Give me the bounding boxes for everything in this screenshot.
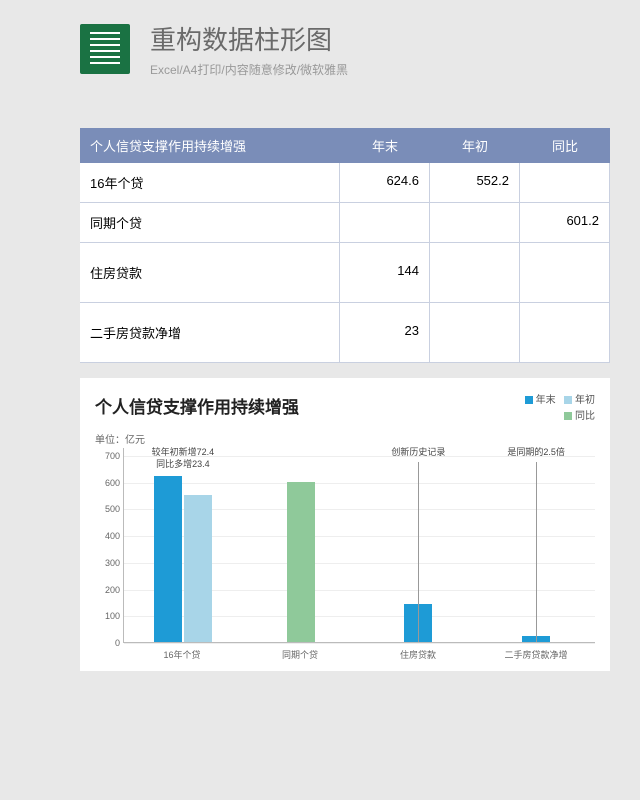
grid-line	[124, 643, 595, 644]
col-year-start: 年初	[430, 128, 520, 163]
row-label: 二手房贷款净增	[80, 303, 340, 362]
col-yoy: 同比	[520, 128, 610, 163]
table-row: 二手房贷款净增 23	[80, 303, 610, 363]
table-header-row: 个人信贷支撑作用持续增强 年末 年初 同比	[80, 128, 610, 163]
x-tick-label: 住房贷款	[359, 643, 477, 661]
bars-group: 较年初新增72.4同比多增23.4 创新历史记录 是同期的2.5倍	[124, 448, 595, 643]
category-group: 创新历史记录	[360, 448, 478, 643]
x-tick-label: 16年个贷	[123, 643, 241, 661]
table-row: 同期个贷 601.2	[80, 203, 610, 243]
legend-swatch-icon	[525, 396, 533, 404]
cell: 601.2	[520, 203, 610, 242]
chart-title: 个人信贷支撑作用持续增强	[95, 393, 299, 418]
col-year-end: 年末	[340, 128, 430, 163]
y-tick-label: 300	[96, 558, 120, 568]
row-label: 同期个贷	[80, 203, 340, 242]
cell	[340, 203, 430, 242]
annotation-leader-line	[536, 462, 537, 642]
table-row: 16年个贷 624.6 552.2	[80, 163, 610, 203]
row-label: 16年个贷	[80, 163, 340, 202]
chart-annotation: 较年初新增72.4同比多增23.4	[152, 446, 215, 470]
legend-swatch-icon	[564, 396, 572, 404]
cell: 23	[340, 303, 430, 362]
category-group: 是同期的2.5倍	[477, 448, 595, 643]
page-title: 重构数据柱形图	[150, 20, 348, 57]
cell	[520, 243, 610, 302]
y-tick-label: 600	[96, 478, 120, 488]
document-header: 重构数据柱形图 Excel/A4打印/内容随意修改/微软雅黑	[0, 0, 640, 93]
chart-annotation: 创新历史记录	[391, 446, 445, 458]
y-tick-label: 0	[96, 638, 120, 648]
legend-label: 年末	[536, 395, 556, 406]
x-tick-label: 二手房贷款净增	[477, 643, 595, 661]
chart-plot-area: 0100200300400500600700较年初新增72.4同比多增23.4创…	[123, 448, 595, 643]
y-tick-label: 500	[96, 504, 120, 514]
y-tick-label: 100	[96, 611, 120, 621]
cell	[430, 303, 520, 362]
cell: 144	[340, 243, 430, 302]
legend-swatch-icon	[564, 412, 572, 420]
table-title-cell: 个人信贷支撑作用持续增强	[80, 128, 340, 163]
cell	[520, 163, 610, 202]
legend-label: 年初	[575, 395, 595, 406]
cell	[520, 303, 610, 362]
y-tick-label: 200	[96, 585, 120, 595]
bar	[287, 482, 315, 642]
cell: 624.6	[340, 163, 430, 202]
row-label: 住房贷款	[80, 243, 340, 302]
cell	[430, 203, 520, 242]
y-tick-label: 700	[96, 451, 120, 461]
table-row: 住房贷款 144	[80, 243, 610, 303]
cell	[430, 243, 520, 302]
bar	[184, 495, 212, 642]
y-tick-label: 400	[96, 531, 120, 541]
category-group: 较年初新增72.4同比多增23.4	[124, 448, 242, 643]
data-table: 个人信贷支撑作用持续增强 年末 年初 同比 16年个贷 624.6 552.2 …	[80, 128, 610, 363]
category-group	[242, 448, 360, 643]
annotation-leader-line	[418, 462, 419, 642]
legend-label: 同比	[575, 411, 595, 422]
bar	[154, 476, 182, 642]
page-subtitle: Excel/A4打印/内容随意修改/微软雅黑	[150, 61, 348, 78]
chart-container: 个人信贷支撑作用持续增强 年末 年初 同比 单位：亿元 010020030040…	[80, 378, 610, 671]
chart-legend: 年末 年初 同比	[525, 393, 595, 425]
chart-unit-label: 单位：亿元	[95, 431, 595, 446]
x-tick-label: 同期个贷	[241, 643, 359, 661]
cell: 552.2	[430, 163, 520, 202]
excel-icon	[80, 24, 130, 74]
chart-x-axis: 16年个贷同期个贷住房贷款二手房贷款净增	[123, 643, 595, 661]
chart-annotation: 是同期的2.5倍	[507, 446, 565, 458]
